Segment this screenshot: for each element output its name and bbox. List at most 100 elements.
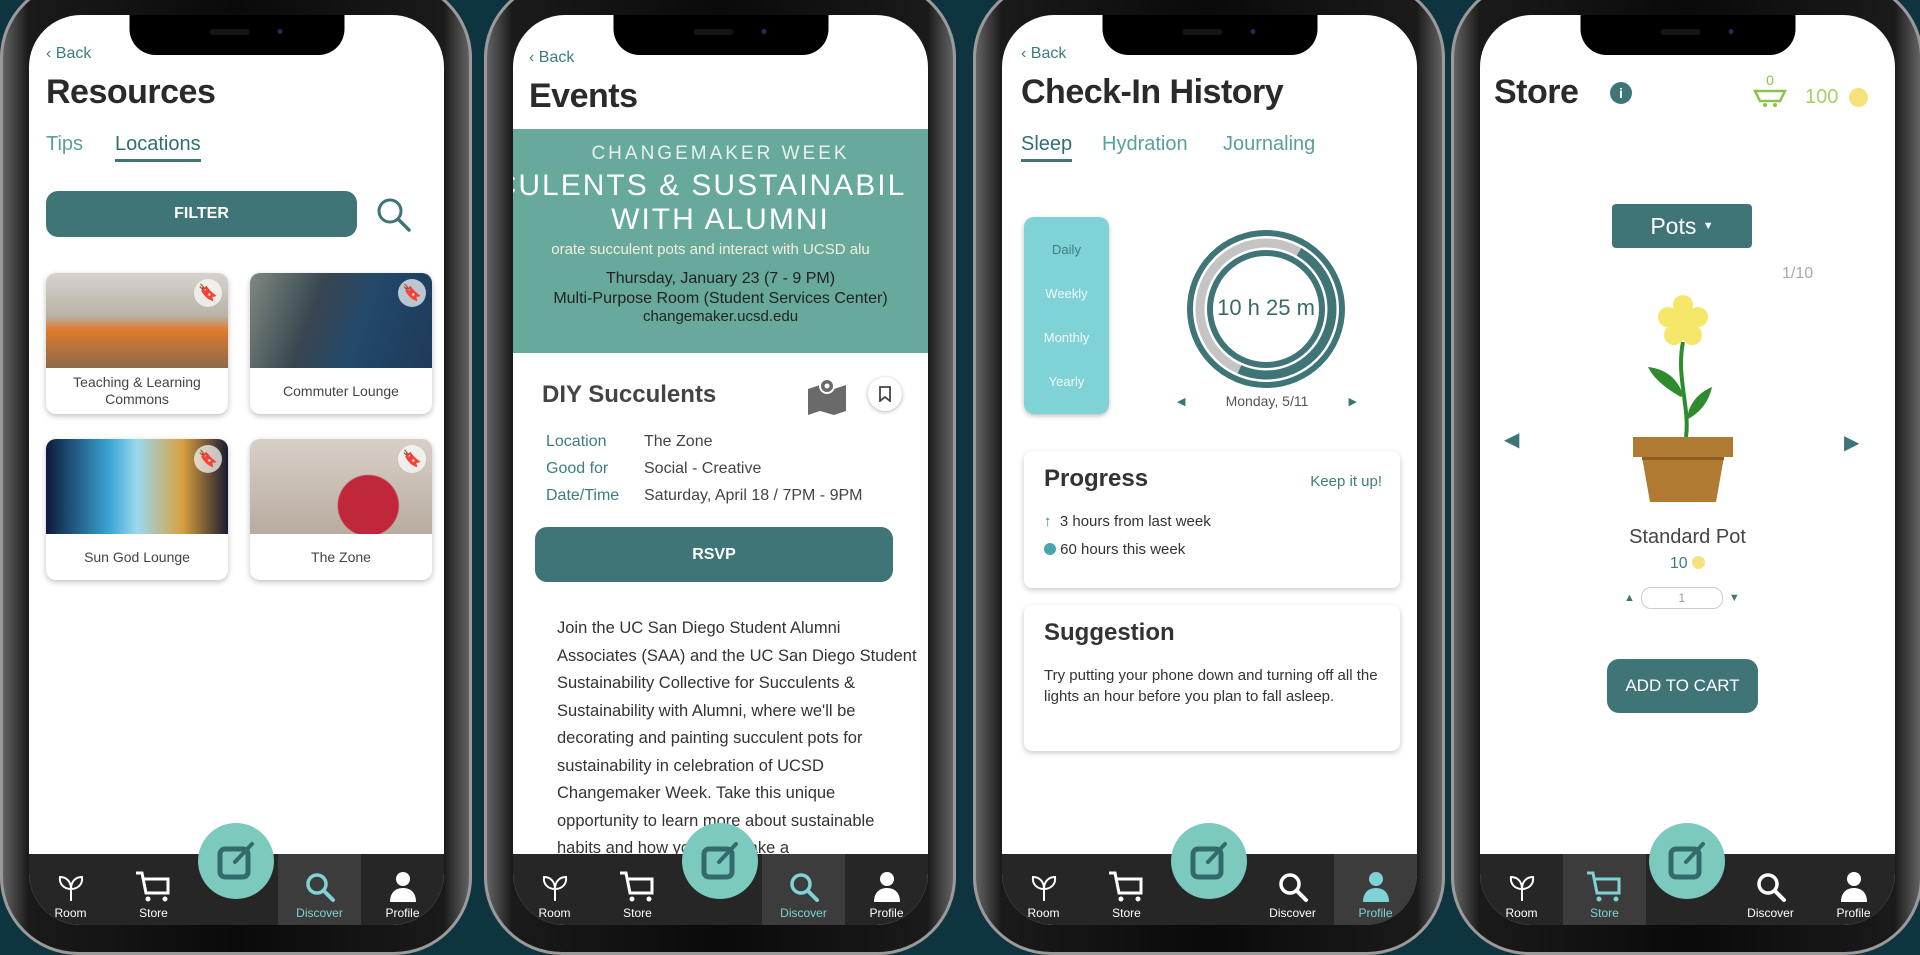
nav-label: Room	[54, 906, 87, 920]
phone-store: Store i 0 100 Pots ▼ 1/10 ◀ ▶ Standard P…	[1451, 0, 1920, 955]
page-title: Check-In History	[1021, 73, 1284, 111]
prev-item-icon[interactable]: ◀	[1504, 427, 1519, 452]
checkin-fab-button[interactable]	[1171, 823, 1247, 899]
cart-icon	[134, 871, 174, 903]
card-label: Sun God Lounge	[84, 548, 190, 565]
event-banner: CHANGEMAKER WEEK CULENTS & SUSTAINABIL W…	[513, 129, 928, 353]
quantity-stepper: ▲ 1 ▼	[1624, 587, 1740, 609]
cart-icon	[1107, 871, 1147, 903]
nav-label: Discover	[296, 906, 343, 920]
decrement-icon[interactable]: ▼	[1729, 592, 1740, 604]
detail-label: Date/Time	[546, 487, 620, 504]
category-label: Pots	[1650, 212, 1697, 239]
tab-journaling[interactable]: Journaling	[1223, 133, 1315, 156]
nav-label: Profile	[1358, 906, 1393, 920]
nav-item-discover[interactable]: Discover	[762, 854, 845, 925]
bookmark-icon[interactable]: 🔖	[398, 445, 426, 473]
filter-button[interactable]: FILTER	[46, 191, 357, 237]
increment-icon[interactable]: ▲	[1624, 592, 1635, 604]
nav-item-room[interactable]: Room	[1480, 854, 1563, 925]
nav-item-discover[interactable]: Discover	[1251, 854, 1334, 925]
bookmark-icon[interactable]: 🔖	[194, 279, 222, 307]
period-monthly[interactable]: Monthly	[1044, 330, 1090, 345]
nav-item-profile[interactable]: Profile	[845, 854, 928, 925]
edit-icon	[1190, 842, 1227, 880]
nav-item-store[interactable]: Store	[1563, 854, 1646, 925]
nav-item-discover[interactable]: Discover	[278, 854, 361, 925]
nav-label: Store	[1590, 906, 1619, 920]
location-card[interactable]: 🔖 Teaching & Learning Commons	[46, 273, 228, 414]
tab-tips[interactable]: Tips	[46, 133, 83, 156]
nav-label: Profile	[869, 906, 904, 920]
pot-plant-image	[1633, 295, 1733, 502]
item-name: Standard Pot	[1629, 526, 1746, 548]
arrow-up-icon: ↑	[1044, 513, 1052, 530]
location-photo: 🔖	[46, 439, 228, 534]
next-item-icon[interactable]: ▶	[1844, 430, 1859, 455]
coin-balance: 100	[1805, 86, 1839, 108]
nav-item-store[interactable]: Store	[1085, 854, 1168, 925]
nav-item-profile[interactable]: Profile	[1334, 854, 1417, 925]
search-icon[interactable]	[374, 195, 414, 235]
add-to-cart-button[interactable]: ADD TO CART	[1607, 659, 1758, 713]
nav-item-profile[interactable]: Profile	[1812, 854, 1895, 925]
tab-hydration[interactable]: Hydration	[1102, 133, 1188, 156]
back-label: Back	[55, 45, 92, 62]
location-photo: 🔖	[46, 273, 228, 368]
nav-item-store[interactable]: Store	[596, 854, 679, 925]
sprout-icon	[540, 873, 570, 903]
sprout-icon	[1029, 873, 1059, 903]
card-label: Commuter Lounge	[283, 382, 399, 399]
prev-date-icon[interactable]: ◀	[1177, 395, 1185, 408]
detail-label: Good for	[546, 460, 609, 477]
cart-icon	[618, 871, 658, 903]
nav-label: Room	[1505, 906, 1538, 920]
phone-checkin: ‹ Back Check-In History Sleep Hydration …	[973, 0, 1445, 955]
banner-text: Thursday, January 23 (7 - 9 PM)	[605, 270, 836, 287]
tab-locations[interactable]: Locations	[115, 133, 201, 162]
bookmark-icon[interactable]: 🔖	[398, 279, 426, 307]
nav-item-room[interactable]: Room	[29, 854, 112, 925]
page-indicator: 1/10	[1782, 265, 1814, 282]
bookmark-icon[interactable]: 🔖	[194, 445, 222, 473]
info-icon[interactable]: i	[1610, 82, 1632, 104]
bookmark-button[interactable]	[868, 377, 902, 411]
back-link[interactable]: ‹ Back	[46, 45, 91, 63]
period-yearly[interactable]: Yearly	[1049, 374, 1085, 389]
store-screen: Store i 0 100 Pots ▼ 1/10 ◀ ▶ Standard P…	[1480, 15, 1895, 925]
location-card[interactable]: 🔖 Commuter Lounge	[250, 273, 432, 414]
map-pin-icon[interactable]	[806, 377, 848, 415]
rsvp-button[interactable]: RSVP	[535, 527, 893, 582]
checkin-fab-button[interactable]	[1649, 823, 1725, 899]
category-dropdown[interactable]: Pots ▼	[1612, 204, 1752, 248]
next-date-icon[interactable]: ▶	[1349, 395, 1357, 408]
sleep-duration: 10 h 25 m	[1217, 295, 1315, 320]
person-icon	[873, 871, 901, 903]
nav-item-profile[interactable]: Profile	[361, 854, 444, 925]
period-daily[interactable]: Daily	[1052, 242, 1081, 257]
location-photo: 🔖	[250, 439, 432, 534]
nav-label: Room	[1027, 906, 1060, 920]
location-card[interactable]: 🔖 Sun God Lounge	[46, 439, 228, 580]
edit-icon	[1668, 842, 1705, 880]
event-description: Join the UC San Diego Student Alumni Ass…	[557, 619, 917, 857]
search-icon	[1277, 871, 1309, 903]
suggestion-card: Suggestion Try putting your phone down a…	[1024, 605, 1400, 751]
sprout-icon	[56, 873, 86, 903]
back-link[interactable]: ‹ Back	[529, 49, 574, 67]
checkin-fab-button[interactable]	[198, 823, 274, 899]
nav-item-room[interactable]: Room	[1002, 854, 1085, 925]
nav-item-store[interactable]: Store	[112, 854, 195, 925]
cart-button[interactable]: 0	[1752, 73, 1788, 112]
quantity-input[interactable]: 1	[1640, 587, 1723, 609]
edit-icon	[701, 842, 738, 880]
period-weekly[interactable]: Weekly	[1045, 286, 1087, 301]
tab-sleep[interactable]: Sleep	[1021, 133, 1073, 162]
nav-item-room[interactable]: Room	[513, 854, 596, 925]
person-icon	[1840, 871, 1868, 903]
location-card[interactable]: 🔖 The Zone	[250, 439, 432, 580]
back-link[interactable]: ‹ Back	[1021, 45, 1066, 63]
period-selector: Daily Weekly Monthly Yearly	[1024, 217, 1109, 414]
checkin-fab-button[interactable]	[682, 823, 758, 899]
nav-item-discover[interactable]: Discover	[1729, 854, 1812, 925]
